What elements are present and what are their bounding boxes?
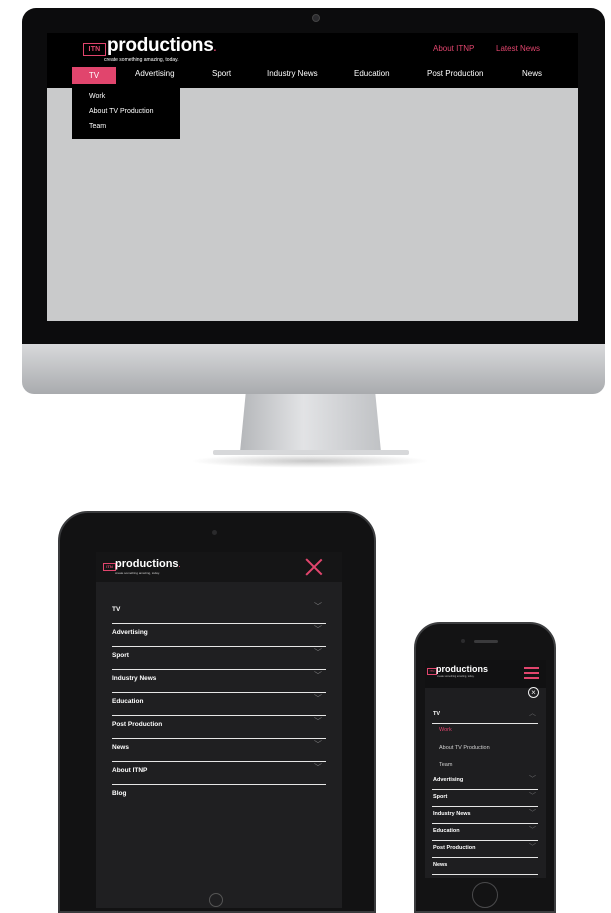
- dropdown-item-about-tv-production[interactable]: About TV Production: [89, 108, 153, 115]
- chevron-down-icon: ﹀: [314, 671, 322, 680]
- tablet-site: ITN productions. create something amazin…: [96, 552, 342, 908]
- phone-menu-label: Education: [433, 828, 460, 834]
- phone-menu-label: News: [433, 862, 448, 868]
- tablet-menu-label: Industry News: [112, 675, 157, 682]
- imac-camera: [312, 14, 320, 22]
- nav-item-education[interactable]: Education: [354, 69, 390, 78]
- desktop-header: ITN productions. create something amazin…: [47, 33, 578, 88]
- tablet-menu-item-sport[interactable]: Sport ﹀: [112, 647, 326, 670]
- chevron-down-icon: ﹀: [314, 625, 322, 634]
- top-link-latest-news[interactable]: Latest News: [496, 44, 540, 53]
- close-circle-icon[interactable]: ×: [528, 687, 539, 698]
- ipad-home-button: [209, 893, 223, 907]
- phone-header: ITN productions create something amazing…: [425, 660, 546, 688]
- tablet-menu-item-blog[interactable]: Blog: [112, 785, 326, 807]
- phone-menu-item-tv[interactable]: TV ︿: [432, 708, 538, 724]
- phone-menu-label: Sport: [433, 794, 448, 800]
- tablet-menu-label: Advertising: [112, 629, 148, 636]
- chevron-down-icon: ﹀: [314, 694, 322, 703]
- phone-submenu-team[interactable]: Team: [439, 762, 452, 768]
- chevron-down-icon: ﹀: [529, 793, 536, 800]
- phone-menu-item-post-production[interactable]: Post Production ﹀: [432, 842, 538, 858]
- chevron-down-icon: ﹀: [529, 827, 536, 834]
- chevron-down-icon: ﹀: [314, 740, 322, 749]
- chevron-down-icon: ﹀: [529, 844, 536, 851]
- desktop-site: ITN productions. create something amazin…: [47, 33, 578, 321]
- phone-submenu-about-tv-production[interactable]: About TV Production: [439, 745, 490, 751]
- tablet-menu-item-advertising[interactable]: Advertising ﹀: [112, 624, 326, 647]
- tablet-menu-item-tv[interactable]: TV ﹀: [112, 601, 326, 624]
- tablet-menu-label: About ITNP: [112, 767, 148, 774]
- logo-wordmark: productions.: [107, 35, 216, 56]
- chevron-down-icon: ﹀: [529, 810, 536, 817]
- phone-logo-wordmark[interactable]: productions: [436, 664, 488, 674]
- iphone-camera: [461, 639, 465, 643]
- hamburger-menu-icon[interactable]: [524, 667, 539, 679]
- phone-menu-item-industry-news[interactable]: Industry News ﹀: [432, 808, 538, 824]
- logo-tagline: create something amazing, today.: [104, 57, 179, 63]
- tablet-logo-tagline: create something amazing, today.: [115, 571, 160, 575]
- phone-submenu-work[interactable]: Work: [439, 727, 452, 733]
- tablet-menu-item-news[interactable]: News ﹀: [112, 739, 326, 762]
- tablet-menu-item-about-itnp[interactable]: About ITNP ﹀: [112, 762, 326, 785]
- chevron-up-icon: ︿: [529, 710, 536, 717]
- phone-menu-label: Industry News: [433, 811, 471, 817]
- tablet-menu-label: Education: [112, 698, 144, 705]
- tablet-menu-label: TV: [112, 606, 121, 613]
- chevron-down-icon: ﹀: [314, 648, 322, 657]
- phone-menu-item-education[interactable]: Education ﹀: [432, 825, 538, 841]
- tablet-menu-label: Blog: [112, 790, 127, 797]
- chevron-down-icon: ﹀: [529, 776, 536, 783]
- tablet-menu-item-education[interactable]: Education ﹀: [112, 693, 326, 716]
- tablet-menu-label: Sport: [112, 652, 129, 659]
- nav-item-industry-news[interactable]: Industry News: [267, 69, 318, 78]
- tablet-menu-label: News: [112, 744, 129, 751]
- phone-menu-item-advertising[interactable]: Advertising ﹀: [432, 774, 538, 790]
- iphone-home-button: [472, 882, 498, 908]
- top-link-about-itnp[interactable]: About ITNP: [433, 44, 474, 53]
- chevron-down-icon: ﹀: [314, 763, 322, 772]
- nav-item-sport[interactable]: Sport: [212, 69, 231, 78]
- nav-item-tv-active[interactable]: TV: [72, 67, 116, 84]
- nav-item-post-production[interactable]: Post Production: [427, 69, 483, 78]
- phone-menu-label: Post Production: [433, 845, 476, 851]
- tablet-menu-item-post-production[interactable]: Post Production ﹀: [112, 716, 326, 739]
- phone-logo-tagline: create something amazing, today.: [437, 675, 475, 678]
- phone-menu-item-sport[interactable]: Sport ﹀: [432, 791, 538, 807]
- tablet-logo-wordmark[interactable]: productions.: [115, 558, 180, 570]
- nav-item-news[interactable]: News: [522, 69, 542, 78]
- chevron-down-icon: ﹀: [314, 717, 322, 726]
- phone-menu-item-news[interactable]: News: [432, 859, 538, 875]
- imac-shadow: [190, 454, 430, 468]
- nav-item-advertising[interactable]: Advertising: [135, 69, 175, 78]
- dropdown-item-work[interactable]: Work: [89, 93, 105, 100]
- phone-menu-label: TV: [433, 711, 441, 717]
- imac-chin: [22, 344, 605, 394]
- tv-dropdown: Work About TV Production Team: [72, 84, 180, 139]
- close-icon[interactable]: [305, 558, 323, 576]
- tablet-header: ITN productions. create something amazin…: [96, 552, 342, 582]
- tablet-menu-label: Post Production: [112, 721, 163, 728]
- logo-badge: ITN: [83, 43, 106, 56]
- chevron-down-icon: ﹀: [314, 602, 322, 611]
- dropdown-item-team[interactable]: Team: [89, 123, 106, 130]
- phone-site: ITN productions create something amazing…: [425, 660, 546, 878]
- iphone-speaker: [474, 640, 498, 643]
- ipad-camera: [212, 530, 217, 535]
- imac-stand: [240, 394, 381, 452]
- phone-menu-label: Advertising: [433, 777, 464, 783]
- tablet-menu-item-industry-news[interactable]: Industry News ﹀: [112, 670, 326, 693]
